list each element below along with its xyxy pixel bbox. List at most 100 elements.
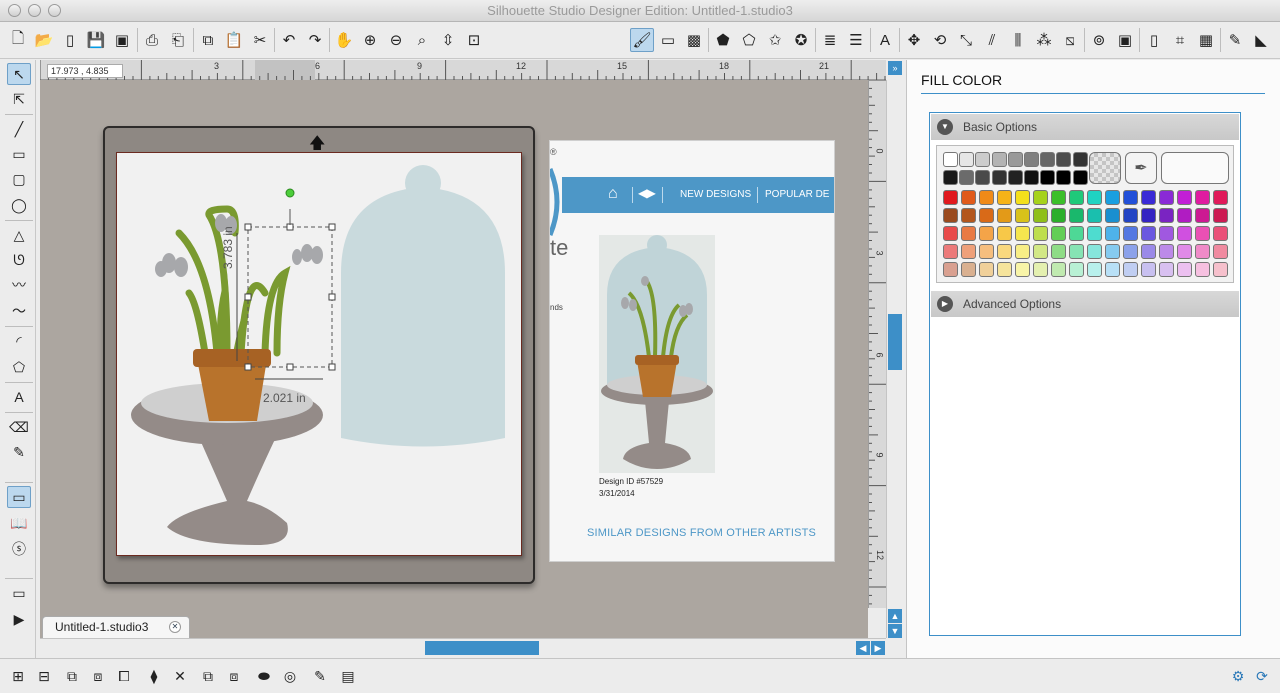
undo-icon[interactable]: ↶ <box>277 28 301 52</box>
color-swatch[interactable] <box>1087 262 1102 277</box>
color-swatch[interactable] <box>979 190 994 205</box>
smooth-freehand-icon[interactable]: 〜 <box>7 300 31 322</box>
color-swatch[interactable] <box>1159 262 1174 277</box>
color-swatch[interactable] <box>991 170 1007 185</box>
color-swatch[interactable] <box>991 152 1007 167</box>
color-swatch[interactable] <box>1105 244 1120 259</box>
fit-to-page-icon[interactable]: ⊡ <box>462 28 486 52</box>
color-swatch[interactable] <box>1051 244 1066 259</box>
nav-arrows-icon[interactable]: ◀ ▶ <box>638 186 656 200</box>
color-swatch[interactable] <box>979 262 994 277</box>
color-swatch[interactable] <box>1195 244 1210 259</box>
online-store-icon[interactable]: ⓢ <box>7 538 31 560</box>
scroll-left-icon[interactable]: ◀ <box>856 641 870 655</box>
color-swatch[interactable] <box>1051 208 1066 223</box>
color-swatch[interactable] <box>1033 190 1048 205</box>
shape-pentagon-icon[interactable]: ⬟ <box>711 28 735 52</box>
color-swatch[interactable] <box>1056 152 1072 167</box>
color-swatch[interactable] <box>959 170 975 185</box>
color-swatch[interactable] <box>961 262 976 277</box>
color-swatch[interactable] <box>979 244 994 259</box>
transparent-swatch[interactable] <box>1089 152 1121 184</box>
color-swatch[interactable] <box>1213 226 1228 241</box>
select-arrow-icon[interactable]: ↖ <box>7 63 31 85</box>
ungroup-icon[interactable]: ⊟ <box>32 664 56 688</box>
zoom-in-icon[interactable]: ⊕ <box>358 28 382 52</box>
color-swatch[interactable] <box>1069 190 1084 205</box>
save-to-library-icon[interactable]: ▣ <box>110 28 134 52</box>
color-swatch[interactable] <box>975 152 991 167</box>
arc-tool-icon[interactable]: ◜ <box>7 330 31 352</box>
color-swatch[interactable] <box>943 152 958 167</box>
color-swatch[interactable] <box>1072 152 1088 167</box>
color-swatch[interactable] <box>961 208 976 223</box>
color-swatch[interactable] <box>1087 244 1102 259</box>
color-swatch[interactable] <box>1069 244 1084 259</box>
shear-icon[interactable]: ⫽ <box>980 28 1004 52</box>
cut-settings-icon[interactable]: ✎ <box>1223 28 1247 52</box>
color-swatch[interactable] <box>943 262 958 277</box>
color-swatch[interactable] <box>943 170 958 185</box>
page-setup-icon[interactable]: ▯ <box>1142 28 1166 52</box>
scroll-right-icon[interactable]: ▶ <box>871 641 885 655</box>
color-swatch[interactable] <box>943 226 958 241</box>
color-swatch[interactable] <box>1015 190 1030 205</box>
color-swatch[interactable] <box>1007 152 1023 167</box>
color-swatch[interactable] <box>1072 170 1088 185</box>
color-swatch[interactable] <box>1213 190 1228 205</box>
transform-move-icon[interactable]: ✥ <box>902 28 926 52</box>
release-compound-icon[interactable]: ⧈ <box>86 664 110 688</box>
color-swatch[interactable] <box>1087 190 1102 205</box>
print-icon[interactable]: ⎙ <box>140 28 164 52</box>
color-swatch[interactable] <box>1033 208 1048 223</box>
color-swatch[interactable] <box>979 226 994 241</box>
color-swatch[interactable] <box>1105 190 1120 205</box>
rounded-rectangle-icon[interactable]: ▢ <box>7 168 31 190</box>
artwork[interactable] <box>117 153 522 556</box>
copy-icon[interactable]: ⧉ <box>196 28 220 52</box>
nav-link-new-designs[interactable]: NEW DESIGNS <box>680 189 751 200</box>
color-swatch[interactable] <box>1007 170 1023 185</box>
star-shape-icon[interactable]: ✩ <box>763 28 787 52</box>
color-swatch[interactable] <box>1087 226 1102 241</box>
freehand-tool-icon[interactable]: 〰 <box>7 274 31 296</box>
color-swatch[interactable] <box>1177 190 1192 205</box>
cut-icon[interactable]: ✂ <box>248 28 272 52</box>
offset-icon[interactable]: ⊚ <box>1087 28 1111 52</box>
color-swatch[interactable] <box>979 208 994 223</box>
similar-designs-link[interactable]: SIMILAR DESIGNS FROM OTHER ARTISTS <box>587 527 816 539</box>
edit-points-icon[interactable]: ⇱ <box>7 88 31 110</box>
color-swatch[interactable] <box>1195 226 1210 241</box>
color-swatch[interactable] <box>975 170 991 185</box>
horizontal-scrollbar[interactable]: ◀ ▶ <box>40 638 886 656</box>
modify-icon[interactable]: ⧅ <box>1058 28 1082 52</box>
color-swatch[interactable] <box>959 152 975 167</box>
design-page[interactable]: 3.783 in 2.021 in <box>116 152 522 556</box>
eyedropper-icon[interactable]: ✒ <box>1125 152 1157 184</box>
color-swatch[interactable] <box>997 262 1012 277</box>
color-swatch[interactable] <box>1105 226 1120 241</box>
advanced-options-header[interactable]: ▶ Advanced Options <box>931 291 1239 317</box>
send-cut-icon[interactable]: ◣ <box>1249 28 1273 52</box>
text-style-icon[interactable]: A <box>873 28 897 52</box>
color-swatch[interactable] <box>1015 244 1030 259</box>
send-to-cutter-icon[interactable]: ⎗ <box>166 28 190 52</box>
shape-outline-icon[interactable]: ⬠ <box>737 28 761 52</box>
color-swatch[interactable] <box>1195 208 1210 223</box>
color-swatch[interactable] <box>1033 226 1048 241</box>
make-compound-icon[interactable]: ⧉ <box>60 664 84 688</box>
color-swatch[interactable] <box>1056 170 1072 185</box>
design-page-view-icon[interactable]: ▭ <box>7 486 31 508</box>
color-swatch[interactable] <box>1141 226 1156 241</box>
replicate-icon[interactable]: ⁂ <box>1032 28 1056 52</box>
eraser-tool-icon[interactable]: ⌫ <box>7 416 31 438</box>
color-swatch[interactable] <box>1123 208 1138 223</box>
color-swatch[interactable] <box>1087 208 1102 223</box>
color-swatch[interactable] <box>1123 190 1138 205</box>
color-swatch[interactable] <box>1051 262 1066 277</box>
library-view-icon[interactable]: 📖 <box>7 512 31 534</box>
layers-icon[interactable]: ▤ <box>336 664 360 688</box>
design-thumbnail[interactable] <box>599 235 715 473</box>
color-swatch[interactable] <box>1051 226 1066 241</box>
color-swatch[interactable] <box>1213 262 1228 277</box>
